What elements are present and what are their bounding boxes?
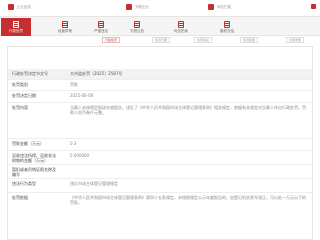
- top-item-company-info[interactable]: 企业信息: [8, 1, 31, 13]
- table-row: 没收违法所得、没收非法财物的金额（万元） 0.000000: [8, 151, 312, 165]
- gavel-icon: [177, 20, 185, 28]
- filter-pill[interactable]: 处罚机关: [194, 37, 213, 43]
- penalty-detail-table: 行政处罚决定书文号 大市监处罚〔2025〕2587号 处罚类别 罚款 处罚决定日…: [7, 46, 313, 240]
- filter-bar: 行政处罚 处罚日期 处罚机关 处罚结果 全部类型: [98, 36, 320, 44]
- doc-icon: [8, 4, 14, 10]
- tab-illegal[interactable]: 严重违法: [86, 18, 116, 36]
- row-value: 0.000000: [70, 153, 90, 158]
- category-toolbar: 行政处罚 经营异常 严重违法 欠税公告 司法拍卖 股权冻结: [0, 16, 320, 36]
- table-row: 行政处罚决定书文号 大市监处罚〔2025〕2587号: [8, 69, 312, 80]
- table-row: 处罚决定日期 2025-06-06: [8, 91, 312, 103]
- table-row: 违法行为类型 违反市场主体登记管理规定: [8, 179, 312, 193]
- row-label: 处罚依据: [12, 195, 28, 200]
- alert-icon: [61, 20, 69, 28]
- row-value: 当事人未按规定报送年度报告，违反了《中华人民共和国市场主体登记管理条例》相关规定…: [70, 105, 306, 116]
- top-bar: 企业信息 关联企业 风险扫描: [0, 0, 320, 14]
- tab-label: 股权冻结: [220, 28, 234, 33]
- shield-icon: [208, 4, 214, 10]
- row-label: 处罚决定日期: [12, 93, 36, 98]
- tab-tax[interactable]: 欠税公告: [122, 18, 152, 36]
- penalty-icon: [12, 20, 20, 28]
- more-icon[interactable]: [311, 4, 316, 9]
- row-label: 处罚内容: [12, 105, 28, 110]
- warning-icon: [97, 20, 105, 28]
- tab-label: 严重违法: [94, 28, 108, 33]
- tab-penalty[interactable]: 行政处罚: [1, 18, 31, 36]
- row-label: 罚款金额（万元）: [12, 141, 44, 146]
- table-row: 处罚内容 当事人未按规定报送年度报告，违反了《中华人民共和国市场主体登记管理条例…: [8, 103, 312, 139]
- lock-icon: [223, 20, 231, 28]
- top-item-label: 企业信息: [17, 4, 31, 9]
- row-label: 处罚类别: [12, 82, 28, 87]
- link-icon: [126, 4, 132, 10]
- tab-abnormal[interactable]: 经营异常: [50, 18, 80, 36]
- row-label: 暂扣或者吊销证照名称及编号: [12, 167, 56, 177]
- filter-pill[interactable]: 行政处罚: [102, 37, 121, 43]
- filter-pill[interactable]: 处罚日期: [152, 37, 171, 43]
- top-item-related[interactable]: 关联企业: [126, 1, 149, 13]
- tab-label: 经营异常: [58, 28, 72, 33]
- row-label: 违法行为类型: [12, 181, 36, 186]
- row-value: 罚款: [70, 82, 78, 87]
- filter-pill[interactable]: 处罚结果: [240, 37, 259, 43]
- row-value: 《中华人民共和国市场主体登记管理条例》第四十五条规定，未按照规定公示年度报告的，…: [70, 195, 306, 206]
- row-label: 行政处罚决定书文号: [12, 71, 48, 76]
- tab-label: 欠税公告: [130, 28, 144, 33]
- tab-label: 行政处罚: [9, 28, 23, 33]
- tax-icon: [133, 20, 141, 28]
- tab-auction[interactable]: 司法拍卖: [166, 18, 196, 36]
- row-value: 大市监处罚〔2025〕2587号: [70, 71, 123, 76]
- filter-pill[interactable]: 全部类型: [286, 37, 305, 43]
- row-value: 0.3: [70, 141, 77, 146]
- table-row: 暂扣或者吊销证照名称及编号: [8, 165, 312, 179]
- top-item-label: 关联企业: [135, 4, 149, 9]
- row-value: 违反市场主体登记管理规定: [70, 181, 118, 186]
- tab-freeze[interactable]: 股权冻结: [212, 18, 242, 36]
- row-label: 没收违法所得、没收非法财物的金额（万元）: [12, 153, 56, 163]
- table-row: 罚款金额（万元） 0.3: [8, 139, 312, 151]
- top-item-risk[interactable]: 风险扫描: [208, 1, 231, 13]
- table-row: 处罚依据 《中华人民共和国市场主体登记管理条例》第四十五条规定，未按照规定公示年…: [8, 193, 312, 239]
- table-row: 处罚类别 罚款: [8, 80, 312, 91]
- top-item-label: 风险扫描: [217, 4, 231, 9]
- row-value: 2025-06-06: [70, 93, 94, 98]
- tab-label: 司法拍卖: [174, 28, 188, 33]
